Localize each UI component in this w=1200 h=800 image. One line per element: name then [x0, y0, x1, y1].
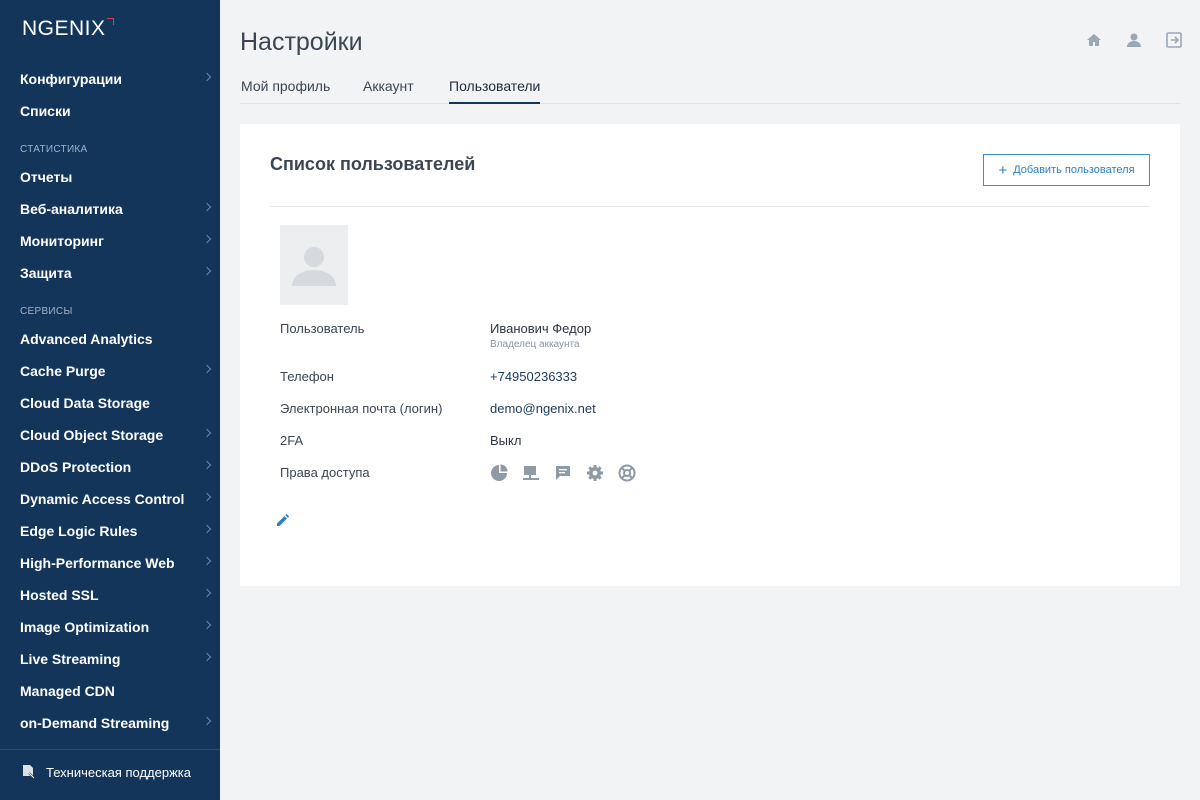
support-icon: [618, 464, 636, 482]
sidebar-item-configurations[interactable]: Конфигурации: [0, 63, 220, 95]
sidebar-item-managed-cdn[interactable]: Managed CDN: [0, 675, 220, 707]
ngenix-logo[interactable]: NGENIX: [22, 16, 114, 42]
sidebar-item-label: Advanced Analytics: [20, 331, 153, 347]
sidebar-item-label: Конфигурации: [20, 71, 122, 87]
page-title: Настройки: [240, 28, 363, 56]
sidebar-item-live-streaming[interactable]: Live Streaming: [0, 643, 220, 675]
sidebar-item-on-demand-streaming[interactable]: on-Demand Streaming: [0, 707, 220, 739]
sidebar-item-label: on-Demand Streaming: [20, 715, 170, 731]
services-icon: [522, 464, 540, 482]
home-icon[interactable]: [1084, 30, 1104, 50]
sidebar-section-statistics: СТАТИСТИКА: [20, 144, 88, 155]
sidebar-divider: [0, 749, 220, 750]
header-actions: [1084, 30, 1184, 50]
sidebar-item-cloud-object-storage[interactable]: Cloud Object Storage: [0, 419, 220, 451]
chevron-right-icon: [202, 266, 212, 276]
logo-text: NGENIX: [22, 17, 106, 40]
phone-label: Телефон: [280, 369, 334, 384]
support-ticket-icon: [23, 765, 35, 779]
sidebar-item-label: Защита: [20, 265, 72, 281]
tab-users[interactable]: Пользователи: [449, 78, 541, 104]
sidebar-item-label: Dynamic Access Control: [20, 491, 185, 507]
user-icon[interactable]: [1124, 30, 1144, 50]
settings-tabs: Мой профиль Аккаунт Пользователи: [240, 78, 1180, 104]
sidebar-item-label: DDoS Protection: [20, 459, 132, 475]
chevron-right-icon: [202, 72, 212, 82]
twofa-value: Выкл: [490, 433, 522, 448]
chevron-right-icon: [202, 716, 212, 726]
sidebar-item-label: Image Optimization: [20, 619, 150, 635]
email-value[interactable]: demo@ngenix.net: [490, 401, 596, 416]
messages-icon: [554, 464, 572, 482]
access-rights-label: Права доступа: [280, 465, 370, 480]
sidebar-item-hosted-ssl[interactable]: Hosted SSL: [0, 579, 220, 611]
logo-mark: [106, 18, 114, 25]
sidebar-item-label: Hosted SSL: [20, 587, 99, 603]
sidebar-item-cache-purge[interactable]: Cache Purge: [0, 355, 220, 387]
sidebar-item-high-performance-web[interactable]: High-Performance Web: [0, 547, 220, 579]
chevron-right-icon: [202, 652, 212, 662]
sidebar-item-label: Cloud Data Storage: [20, 395, 150, 411]
chevron-right-icon: [202, 588, 212, 598]
chevron-right-icon: [202, 364, 212, 374]
add-user-label: Добавить пользователя: [1013, 164, 1135, 176]
sidebar-item-label: Веб-аналитика: [20, 201, 123, 217]
chevron-right-icon: [202, 524, 212, 534]
sidebar-item-monitoring[interactable]: Мониторинг: [0, 225, 220, 257]
sidebar-item-edge-logic-rules[interactable]: Edge Logic Rules: [0, 515, 220, 547]
sidebar-item-advanced-analytics[interactable]: Advanced Analytics: [0, 323, 220, 355]
sidebar-item-image-optimization[interactable]: Image Optimization: [0, 611, 220, 643]
divider: [270, 206, 1150, 207]
sidebar-item-label: Мониторинг: [20, 233, 104, 249]
user-name-label: Пользователь: [280, 321, 365, 336]
chevron-right-icon: [202, 202, 212, 212]
card-title: Список пользователей: [270, 154, 476, 174]
user-name-value: Иванович Федор: [490, 321, 592, 336]
logout-icon[interactable]: [1164, 30, 1184, 50]
sidebar-item-cloud-data-storage[interactable]: Cloud Data Storage: [0, 387, 220, 419]
sidebar-item-lists[interactable]: Списки: [0, 95, 220, 127]
sidebar-item-label: Cloud Object Storage: [20, 427, 164, 443]
twofa-label: 2FA: [280, 433, 304, 448]
tab-account[interactable]: Аккаунт: [363, 78, 414, 104]
sidebar-item-ddos-protection[interactable]: DDoS Protection: [0, 451, 220, 483]
sidebar-item-label: Отчеты: [20, 169, 73, 185]
user-role-value: Владелец аккаунта: [490, 339, 580, 350]
add-user-button[interactable]: + Добавить пользователя: [983, 154, 1150, 186]
chevron-right-icon: [202, 428, 212, 438]
chevron-right-icon: [202, 556, 212, 566]
support-label: Техническая поддержка: [46, 764, 191, 780]
sidebar-item-web-analytics[interactable]: Веб-аналитика: [0, 193, 220, 225]
email-label: Электронная почта (логин): [280, 401, 443, 416]
sidebar-item-reports[interactable]: Отчеты: [0, 161, 220, 193]
chevron-right-icon: [202, 460, 212, 470]
tab-my-profile[interactable]: Мой профиль: [241, 78, 330, 104]
sidebar-item-label: Live Streaming: [20, 651, 121, 667]
plus-icon: +: [998, 161, 1008, 179]
sidebar-item-label: Cache Purge: [20, 363, 106, 379]
users-card: Список пользователей + Добавить пользова…: [240, 124, 1180, 586]
access-rights-icons: [490, 464, 636, 482]
user-placeholder-icon: [292, 247, 336, 286]
statistics-icon: [490, 464, 508, 482]
sidebar-item-label: Edge Logic Rules: [20, 523, 138, 539]
sidebar-item-label: Списки: [20, 103, 71, 119]
sidebar-item-label: High-Performance Web: [20, 555, 175, 571]
chevron-right-icon: [202, 620, 212, 630]
sidebar-item-protection[interactable]: Защита: [0, 257, 220, 289]
support-link[interactable]: Техническая поддержка: [20, 764, 191, 780]
chevron-right-icon: [202, 234, 212, 244]
avatar: [280, 225, 348, 305]
edit-pencil-icon[interactable]: [276, 513, 290, 527]
sidebar-item-label: Managed CDN: [20, 683, 115, 699]
sidebar-item-dynamic-access-control[interactable]: Dynamic Access Control: [0, 483, 220, 515]
sidebar: NGENIX Конфигурации Списки СТАТИСТИКА От…: [0, 0, 220, 800]
sidebar-section-services: СЕРВИСЫ: [20, 306, 73, 317]
phone-value[interactable]: +74950236333: [490, 369, 577, 384]
settings-icon: [586, 464, 604, 482]
chevron-right-icon: [202, 492, 212, 502]
